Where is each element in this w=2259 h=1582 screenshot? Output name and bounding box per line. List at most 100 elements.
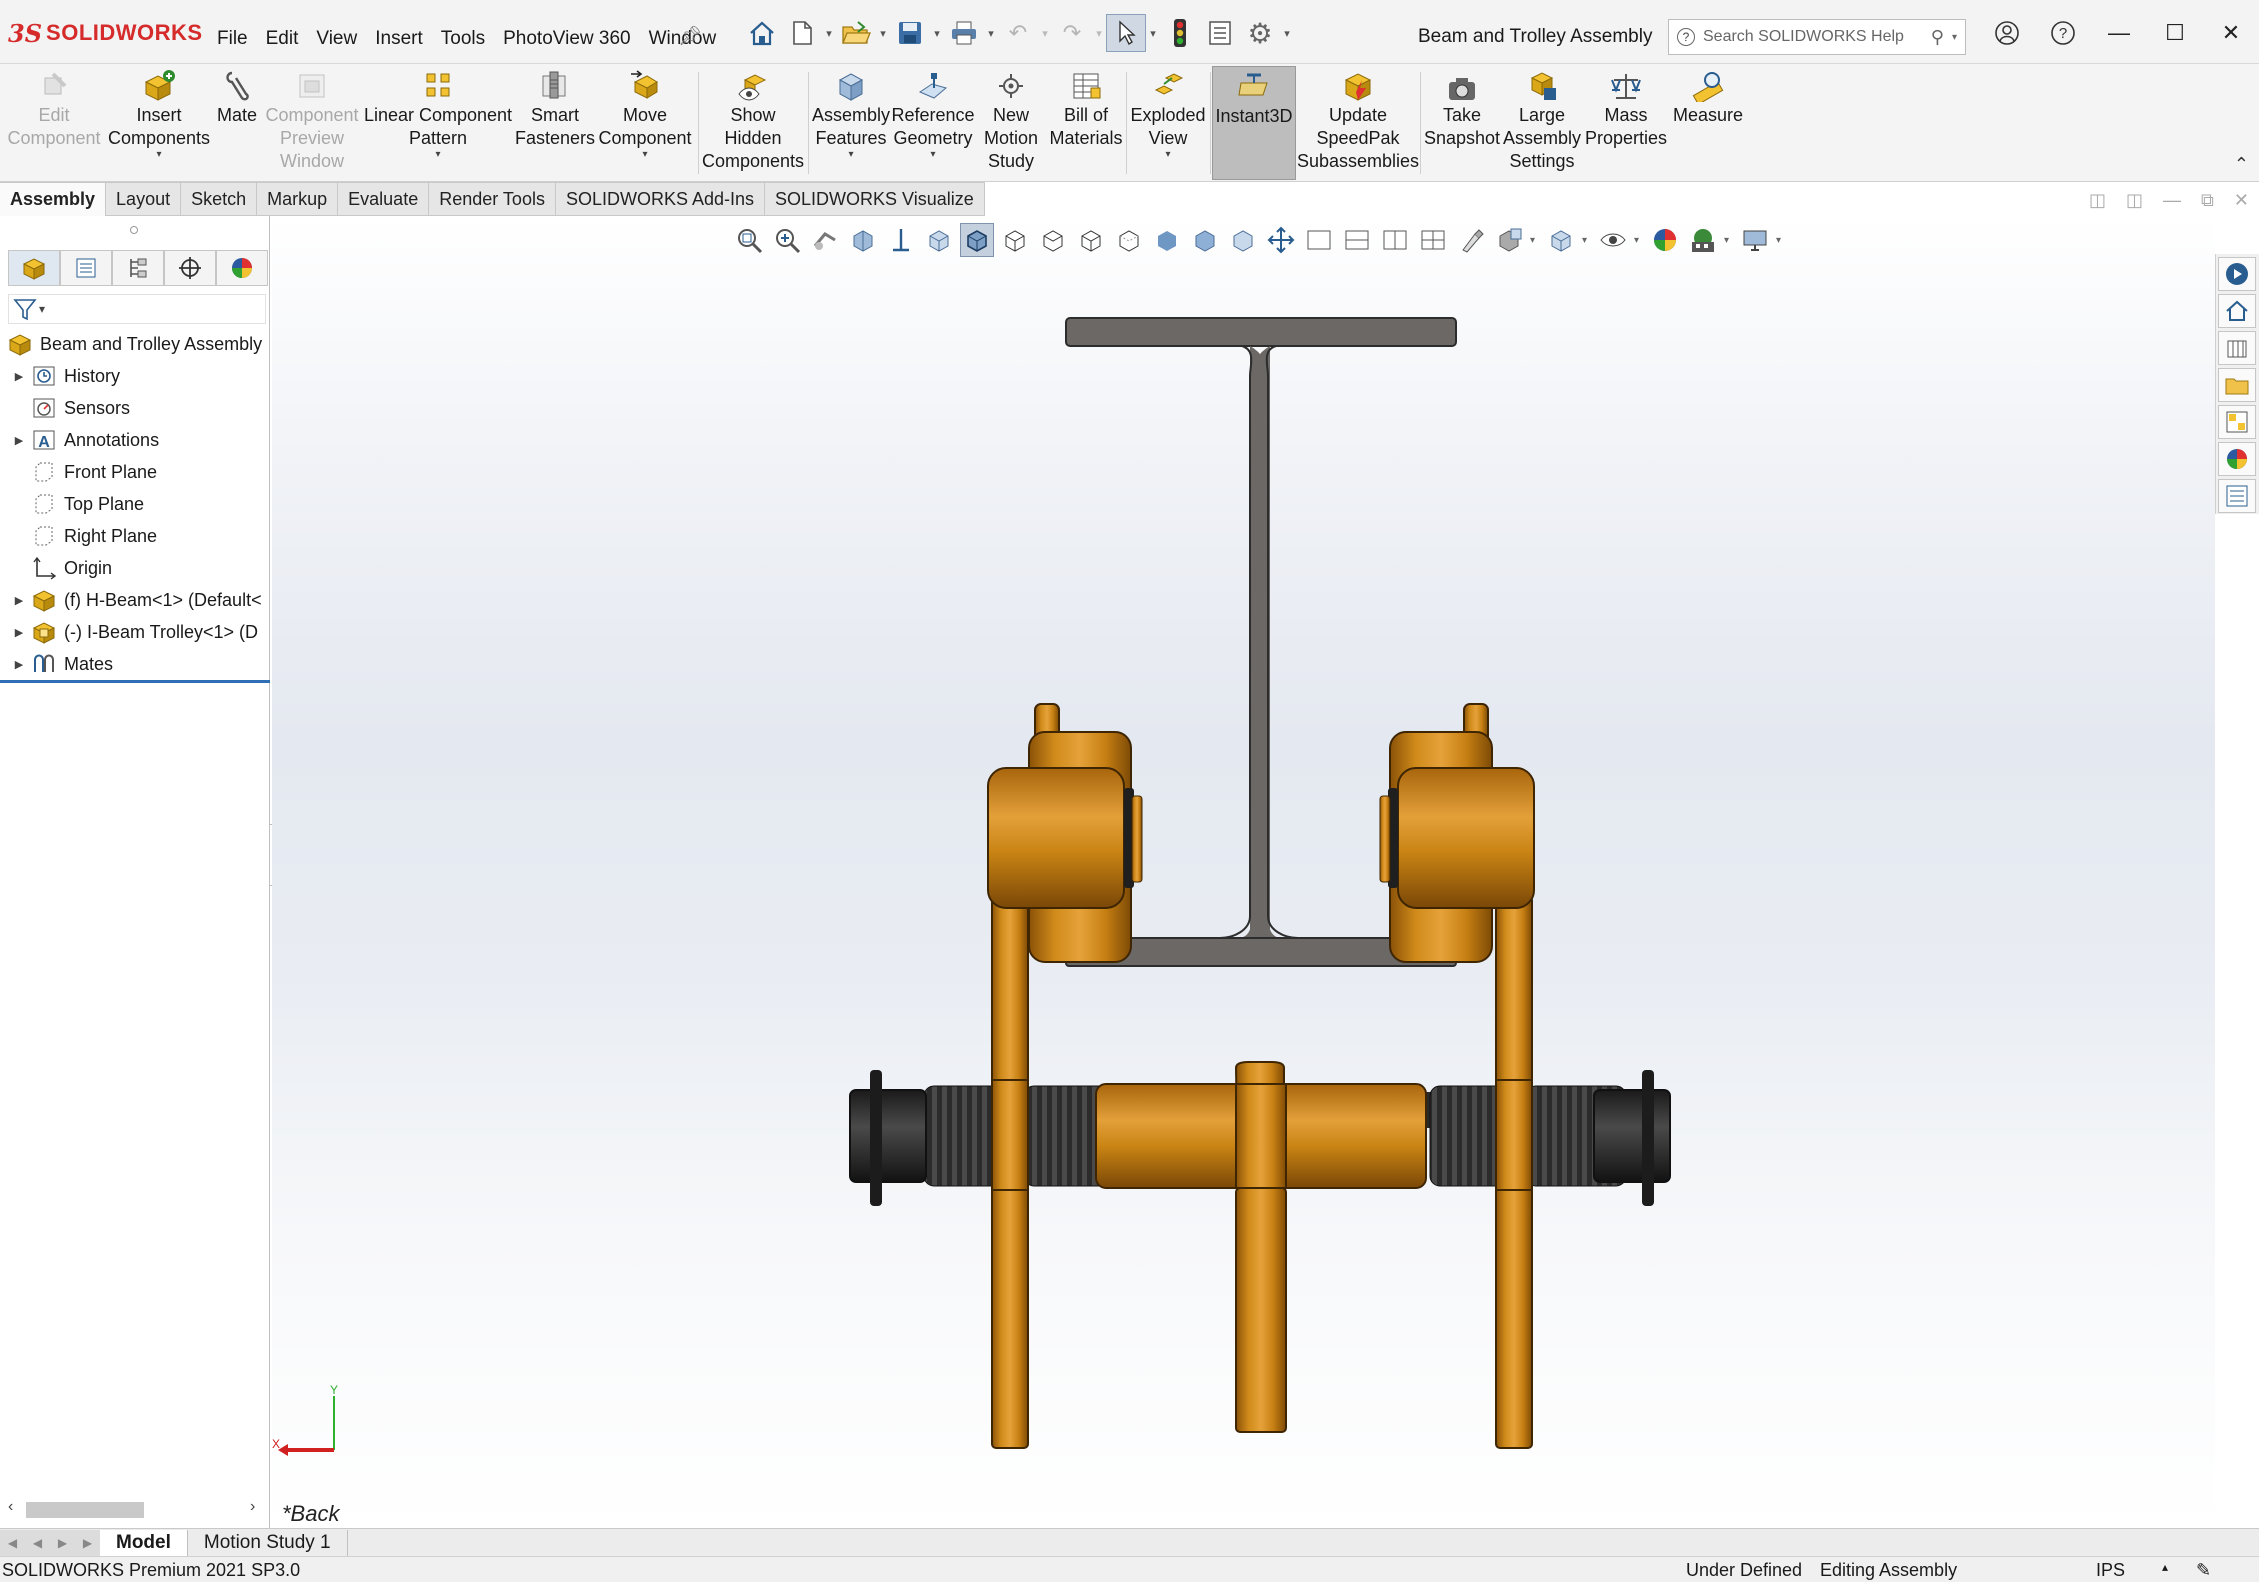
mass-properties-button[interactable]: Mass Properties [1584,66,1668,180]
mate-button[interactable]: Mate [212,66,262,180]
insert-components-dropdown-icon[interactable]: ▾ [156,150,161,160]
horizontal-scrollbar[interactable]: ‹ › [0,1496,270,1522]
tree-item-top-plane[interactable]: Top Plane [0,488,270,520]
file-properties-icon[interactable] [1200,14,1240,52]
redo-icon[interactable]: ↷ [1052,14,1092,52]
move-component-dropdown-icon[interactable]: ▾ [642,150,647,160]
dimxpertmanager-tab-icon[interactable] [164,250,216,286]
open-dropdown-icon[interactable]: ▾ [876,27,890,40]
pin-menu-icon[interactable]: 📌︎ [678,24,702,48]
search-icon[interactable]: ⚲ [1931,27,1944,48]
menu-view[interactable]: View [307,24,366,54]
tab-solidworks-visualize[interactable]: SOLIDWORKS Visualize [765,182,985,216]
print-dropdown-icon[interactable]: ▾ [984,27,998,40]
save-dropdown-icon[interactable]: ▾ [930,27,944,40]
tree-root-assembly[interactable]: Beam and Trolley Assembly [0,328,270,360]
editing-mode-status[interactable]: Editing Assembly [1820,1560,1957,1581]
scroll-left-icon[interactable]: ‹ [8,1498,13,1516]
linear-pattern-dropdown-icon[interactable]: ▾ [435,150,440,160]
update-speedpak-button[interactable]: Update SpeedPak Subassemblies [1297,66,1419,180]
assembly-features-button[interactable]: Assembly Features ▾ [810,66,892,180]
expand-arrow-icon[interactable]: ▶ [8,626,30,639]
units-dropdown-icon[interactable]: ▴ [2162,1560,2168,1574]
move-component-button[interactable]: Move Component ▾ [596,66,694,180]
tree-filter[interactable]: ▾ [8,294,266,324]
scroll-right-icon[interactable]: › [250,1498,255,1516]
left-side-plate[interactable] [987,703,1143,1449]
open-folder-icon[interactable] [836,14,876,52]
close-window-icon[interactable]: ✕ [2203,14,2259,52]
displaymanager-tab-icon[interactable] [216,250,268,286]
menu-insert[interactable]: Insert [366,24,432,54]
graphics-area[interactable]: ▾ ▾ ▾ ▾ ▾ Y X *Back [272,216,2215,1528]
tab-assembly[interactable]: Assembly [0,182,107,216]
component-preview-window-button[interactable]: Component Preview Window [262,66,362,180]
menu-edit[interactable]: Edit [257,24,308,54]
new-motion-study-button[interactable]: New Motion Study [974,66,1048,180]
smart-fasteners-button[interactable]: Smart Fasteners [514,66,596,180]
tree-item-mates[interactable]: ▶ Mates [0,648,270,680]
task-pane-home-icon[interactable] [2218,294,2256,328]
beam-and-trolley-model[interactable]: Y X [272,216,2215,1528]
instant3d-button[interactable]: Instant3D [1212,66,1296,180]
measure-button[interactable]: Measure [1670,66,1746,180]
expand-arrow-icon[interactable]: ▶ [8,370,30,383]
restore-document-icon[interactable]: ⧉ [2201,190,2214,211]
exploded-view-dropdown-icon[interactable]: ▾ [1165,150,1170,160]
tab-motion-study-1[interactable]: Motion Study 1 [188,1529,348,1556]
panel-grip-icon[interactable] [130,226,138,234]
appearances-icon[interactable] [2218,442,2256,476]
show-hidden-components-button[interactable]: Show Hidden Components [700,66,806,180]
expand-arrow-icon[interactable]: ▶ [8,594,30,607]
print-icon[interactable] [944,14,984,52]
search-dropdown-icon[interactable]: ▾ [1952,32,1957,43]
tree-item-h-beam[interactable]: ▶ (f) H-Beam<1> (Default< [0,584,270,616]
unit-system[interactable]: IPS [2096,1560,2125,1581]
exploded-view-button[interactable]: Exploded View ▾ [1128,66,1208,180]
centre-hanger[interactable] [1234,1061,1287,1433]
propertymanager-tab-icon[interactable] [60,250,112,286]
tab-navigation-arrows[interactable]: ◀ ◀ ▶ ▶ [0,1529,100,1556]
assembly-features-dropdown-icon[interactable]: ▾ [848,150,853,160]
select-dropdown-icon[interactable]: ▾ [1146,27,1160,40]
undo-icon[interactable]: ↶ [998,14,1038,52]
menu-tools[interactable]: Tools [432,24,494,54]
maximize-window-icon[interactable]: ☐ [2147,14,2203,52]
menu-photoview[interactable]: PhotoView 360 [494,24,639,54]
tree-item-annotations[interactable]: ▶ A Annotations [0,424,270,456]
undo-dropdown-icon[interactable]: ▾ [1038,27,1052,40]
tree-item-sensors[interactable]: Sensors [0,392,270,424]
solidworks-logo[interactable]: 3S SOLIDWORKS [8,18,203,48]
menu-file[interactable]: File [208,24,257,54]
first-tab-icon[interactable]: ◀ [8,1536,17,1550]
scrollbar-thumb[interactable] [26,1502,144,1518]
filter-dropdown-icon[interactable]: ▾ [39,302,45,316]
linear-component-pattern-button[interactable]: Linear Component Pattern ▾ [362,66,514,180]
featuremanager-tab-icon[interactable] [8,250,60,286]
select-cursor-icon[interactable] [1106,14,1146,52]
tab-model[interactable]: Model [100,1529,188,1556]
home-icon[interactable] [742,14,782,52]
tab-render-tools[interactable]: Render Tools [429,182,556,216]
reference-geometry-dropdown-icon[interactable]: ▾ [930,150,935,160]
help-icon[interactable]: ? [2035,14,2091,52]
close-document-icon[interactable]: ✕ [2234,190,2249,211]
split-pane-icon[interactable]: ◫ [2126,190,2143,211]
help-search-box[interactable]: ? Search SOLIDWORKS Help ⚲ ▾ [1668,19,1966,55]
prev-tab-icon[interactable]: ◀ [33,1536,42,1550]
restore-pane-icon[interactable]: ◫ [2089,190,2106,211]
right-side-plate[interactable] [1379,703,1535,1449]
tab-solidworks-add-ins[interactable]: SOLIDWORKS Add-Ins [555,182,766,216]
minimize-document-icon[interactable]: — [2163,190,2181,211]
view-palette-icon[interactable] [2218,405,2256,439]
expand-arrow-icon[interactable]: ▶ [8,434,30,447]
tree-item-origin[interactable]: Origin [0,552,270,584]
options-dropdown-icon[interactable]: ▾ [1280,27,1294,40]
tab-layout[interactable]: Layout [106,182,182,216]
insert-components-button[interactable]: Insert Components ▾ [104,66,214,180]
take-snapshot-button[interactable]: Take Snapshot [1422,66,1502,180]
minimize-window-icon[interactable]: — [2091,14,2147,52]
next-tab-icon[interactable]: ▶ [58,1536,67,1550]
large-assembly-settings-button[interactable]: Large Assembly Settings [1502,66,1582,180]
custom-properties-icon[interactable] [2218,479,2256,513]
